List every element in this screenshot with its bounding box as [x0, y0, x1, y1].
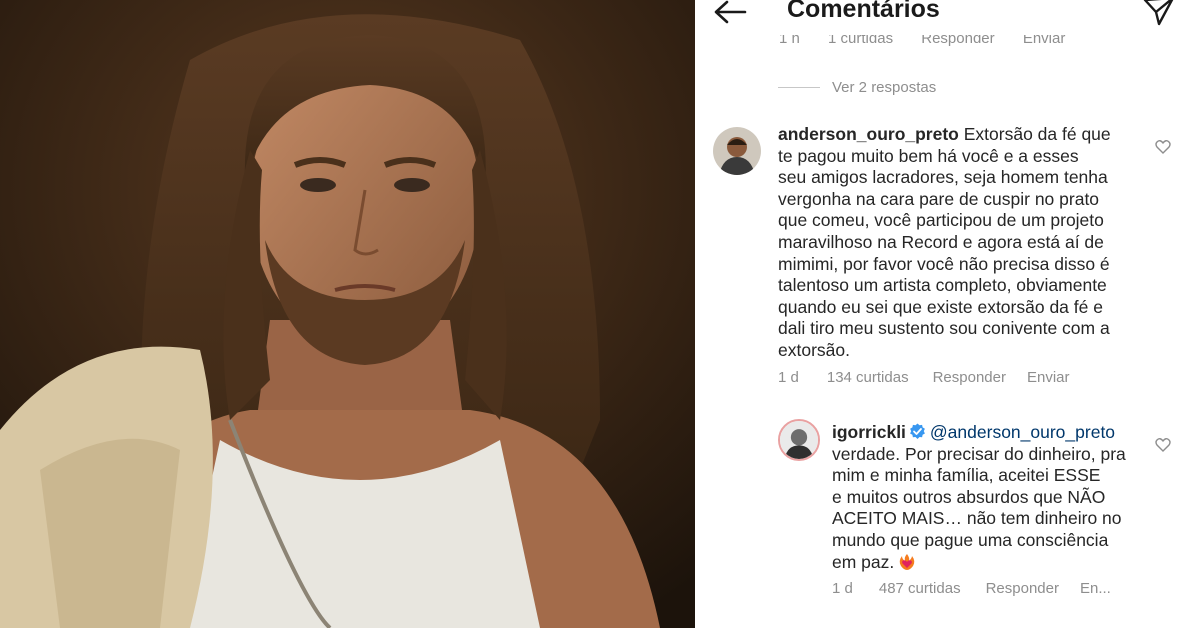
send-button[interactable]: En... [1080, 580, 1111, 597]
reply-button[interactable]: Responder [986, 580, 1059, 597]
comments-panel: Comentários 1 h 1 curtidas Responder Env… [695, 0, 1200, 628]
comment-line: talentoso um artista completo, obviament… [778, 275, 1107, 296]
mention-link[interactable]: @anderson_ouro_preto [930, 422, 1115, 442]
view-replies-label: Ver 2 respostas [832, 79, 937, 96]
reply-button[interactable]: Responder [933, 369, 1006, 386]
comment-line: maravilhoso na Record e agora está aí de [778, 231, 1104, 252]
replies-divider [778, 87, 820, 88]
reply-line: verdade. Por precisar do dinheiro, pra [832, 443, 1126, 464]
user-avatar-image [713, 127, 761, 175]
page-title: Comentários [787, 0, 940, 23]
send-button[interactable]: Enviar [1023, 35, 1066, 47]
previous-comment-meta: 1 h 1 curtidas Responder Enviar [779, 35, 1089, 49]
comment-line: seu amigos lacradores, seja homem tenha [778, 167, 1108, 188]
reply-line: e muitos outros absurdos que NÃO [832, 486, 1106, 507]
comment-line: vergonha na cara pare de cuspir no prato [778, 188, 1100, 209]
comment-time: 1 d [778, 369, 799, 386]
reply-line: ACEITO MAIS… não tem dinheiro no [832, 508, 1122, 529]
reply-body: igorrickli @anderson_ouro_preto verdade.… [832, 422, 1152, 573]
post-photo [0, 0, 695, 628]
comment-line: Extorsão da fé que [958, 124, 1111, 144]
reply-line: mim e minha família, aceitei ESSE [832, 465, 1101, 486]
comment-line: dali tiro meu sustento sou conivente com… [778, 318, 1110, 339]
comment-meta: 1 d 134 curtidas Responder Enviar [778, 369, 1070, 386]
comment-line: extorsão. [778, 339, 850, 360]
comment-line: te pagou muito bem há você e a esses [778, 145, 1079, 166]
send-button[interactable]: Enviar [1027, 369, 1070, 386]
heart-on-fire-emoji-icon [899, 553, 915, 570]
reply-button[interactable]: Responder [921, 35, 994, 47]
like-count[interactable]: 1 curtidas [828, 35, 893, 47]
comment-line: quando eu sei que existe extorsão da fé … [778, 296, 1103, 317]
view-replies-button[interactable]: Ver 2 respostas [778, 79, 936, 96]
verified-badge-icon [910, 423, 925, 439]
paper-plane-icon[interactable] [1143, 0, 1175, 26]
reply-line: mundo que pague uma consciência [832, 529, 1109, 550]
reply-meta: 1 d 487 curtidas Responder En... [832, 580, 1111, 597]
heart-outline-icon[interactable] [1155, 437, 1171, 452]
reply-avatar[interactable] [778, 419, 820, 461]
heart-outline-icon[interactable] [1155, 139, 1171, 154]
comment-time: 1 d [832, 580, 853, 597]
avatar[interactable] [713, 127, 761, 175]
like-count[interactable]: 134 curtidas [827, 369, 909, 386]
comment-body: anderson_ouro_preto Extorsão da fé que t… [778, 124, 1178, 362]
comment-line: que comeu, você participou de um projeto [778, 210, 1104, 231]
top-bar: Comentários [695, 0, 1200, 30]
reply-line: em paz. [832, 551, 895, 572]
like-count[interactable]: 487 curtidas [879, 580, 961, 597]
user-avatar-image [780, 421, 818, 459]
reply-username[interactable]: igorrickli [832, 422, 906, 442]
arrow-left-icon[interactable] [713, 0, 747, 26]
comment-username[interactable]: anderson_ouro_preto [778, 124, 959, 144]
comment-time: 1 h [779, 35, 800, 47]
man-portrait-image [0, 0, 695, 628]
comment-line: mimimi, por favor você não precisa disso… [778, 253, 1110, 274]
